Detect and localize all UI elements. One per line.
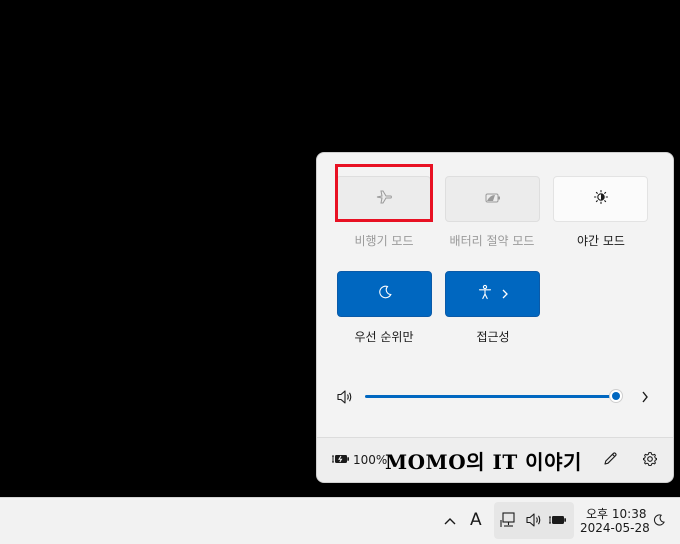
airplane-mode-tile[interactable]	[336, 176, 431, 222]
volume-slider-thumb[interactable]	[609, 389, 623, 403]
brightness-icon	[593, 189, 609, 209]
volume-icon[interactable]	[524, 512, 544, 528]
battery-percentage: 100%	[353, 453, 388, 467]
audio-output-chevron-icon[interactable]	[638, 389, 652, 405]
input-method-indicator[interactable]: A	[470, 510, 482, 530]
airplane-icon	[376, 189, 392, 209]
battery-charging-icon[interactable]	[331, 451, 351, 467]
clock-date[interactable]: 2024-05-28	[580, 521, 650, 535]
chevron-right-icon	[501, 285, 509, 304]
volume-slider-track[interactable]	[365, 395, 617, 398]
focus-assist-tile[interactable]	[337, 271, 432, 317]
moon-icon	[377, 284, 393, 304]
accessibility-label: 접근성	[476, 330, 510, 344]
accessibility-icon	[477, 284, 493, 304]
network-icon[interactable]	[499, 511, 519, 529]
accessibility-tile[interactable]	[445, 271, 540, 317]
focus-assist-label: 우선 순위만	[354, 330, 414, 344]
focus-assist-tray-icon[interactable]	[651, 512, 667, 528]
taskbar	[0, 497, 680, 544]
pencil-icon[interactable]	[601, 450, 619, 468]
gear-icon[interactable]	[641, 450, 659, 468]
battery-saver-label: 배터리 절약 모드	[449, 234, 535, 248]
night-light-label: 야간 모드	[577, 234, 625, 248]
chevron-up-icon[interactable]	[441, 512, 459, 530]
clock-time[interactable]: 오후 10:38	[586, 505, 646, 522]
night-light-tile[interactable]	[553, 176, 648, 222]
speaker-icon[interactable]	[335, 388, 355, 406]
battery-saver-icon	[484, 190, 502, 209]
battery-saver-tile[interactable]	[445, 176, 540, 222]
airplane-mode-label: 비행기 모드	[354, 234, 414, 248]
watermark-text: MOMO의 IT 이야기	[385, 450, 582, 474]
battery-icon[interactable]	[548, 513, 568, 527]
